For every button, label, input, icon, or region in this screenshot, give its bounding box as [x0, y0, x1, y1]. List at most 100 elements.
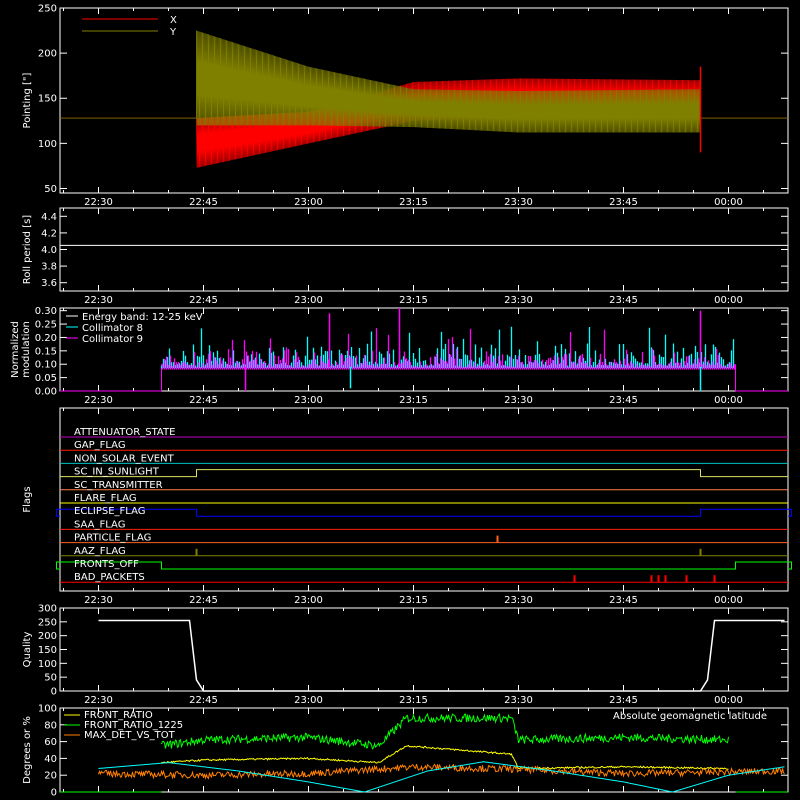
quality-ytick-label-1: 50: [44, 673, 57, 684]
modulation-ytick-label-6: 0.30: [35, 306, 57, 317]
flags-xtick-label-5: 23:45: [609, 595, 638, 606]
pointing-xtick-label-5: 23:45: [609, 197, 638, 208]
roll-ytick-label-0: 3.6: [41, 278, 57, 289]
modulation-xtick-label-2: 23:00: [294, 395, 323, 406]
modulation-ytick-label-4: 0.20: [35, 333, 57, 344]
quality-xtick-label-1: 22:45: [189, 695, 218, 706]
flag-label-sc_transmitter: SC_TRANSMITTER: [74, 480, 163, 491]
flag-label-eclipse_flag: ECLIPSE_FLAG: [74, 506, 145, 517]
panel-pointing: 22:30 22:45 23:00 23:15 23:30 23:45 00:00 Point…: [22, 4, 789, 208]
pointing-ytick-label-2: 150: [38, 94, 57, 105]
quality-ytick-label-2: 100: [38, 659, 57, 670]
flag-line-fronts_off: [56, 561, 792, 570]
quality-ytick-label-6: 300: [38, 604, 57, 615]
flag-line-sc_in_sunlight: [60, 469, 788, 478]
roll-xtick-label-1: 22:45: [189, 295, 218, 306]
quality-xtick-label-0: 22:30: [84, 695, 113, 706]
flags-xtick-label-1: 22:45: [189, 595, 218, 606]
roll-xtick-label-3: 23:15: [399, 295, 428, 306]
panel-quality: 22:30 22:45 23:00 23:15 23:30 23:45 00:00 Quali…: [22, 604, 789, 706]
pointing-ylabel: Pointing ["]: [22, 72, 33, 128]
quality-ytick-label-0: 0: [51, 687, 57, 698]
ratios-series-front-ratio: [161, 744, 729, 770]
quality-xtick-label-5: 23:45: [609, 695, 638, 706]
quality-ylabel: Quality: [22, 632, 33, 668]
pointing-ytick-label-1: 100: [38, 139, 57, 150]
roll-frame: [59, 207, 789, 292]
flag-label-bad_packets: BAD_PACKETS: [74, 572, 145, 583]
flag-label-non_solar_event: NON_SOLAR_EVENT: [74, 453, 175, 464]
modulation-ytick-label-5: 0.25: [35, 320, 57, 331]
flag-label-gap_flag: GAP_FLAG: [74, 440, 126, 451]
flag-label-aaz_flag: AAZ_FLAG: [74, 546, 126, 557]
flag-label-fronts_off: FRONTS_OFF: [74, 559, 139, 570]
roll-xtick-label-6: 00:00: [714, 295, 743, 306]
flags-xtick-label-3: 23:15: [399, 595, 428, 606]
pointing-xtick-label-2: 23:00: [294, 197, 323, 208]
roll-ytick-label-4: 4.4: [41, 212, 57, 223]
modulation-xtick-label-4: 23:30: [504, 395, 533, 406]
roll-ytick-label-3: 4.2: [41, 228, 57, 239]
flag-label-saa_flag: SAA_FLAG: [74, 519, 125, 530]
panel-flags: 22:30 22:45 23:00 23:15 23:30 23:45 00:00 Flags…: [22, 407, 792, 606]
quality-ytick-label-3: 150: [38, 645, 57, 656]
quality-xtick-label-3: 23:15: [399, 695, 428, 706]
quality-ytick-label-4: 200: [38, 631, 57, 642]
pointing-ytick-label-0: 50: [44, 184, 57, 195]
flag-label-flare_flag: FLARE_FLAG: [74, 493, 137, 504]
roll-xtick-label-4: 23:30: [504, 295, 533, 306]
modulation-xtick-label-3: 23:15: [399, 395, 428, 406]
flag-label-particle_flag: PARTICLE_FLAG: [74, 533, 151, 544]
roll-ytick-label-2: 4.0: [41, 245, 57, 256]
flags-xtick-label-0: 22:30: [84, 595, 113, 606]
modulation-ylabel: Normalizedmodulation: [10, 321, 32, 378]
roll-xtick-label-0: 22:30: [84, 295, 113, 306]
ratios-ytick-label-5: 100: [38, 704, 57, 715]
quality-ytick-label-5: 250: [38, 617, 57, 628]
modulation-legend-1: Collimator 8: [82, 323, 143, 334]
roll-ylabel: Roll period [s]: [22, 215, 33, 284]
flags-xtick-label-2: 23:00: [294, 595, 323, 606]
hessi-summary-figure: 22:30 22:45 23:00 23:15 23:30 23:45 00:00 Point…: [10, 4, 792, 799]
panel-roll: 22:30 22:45 23:00 23:15 23:30 23:45 00:00 Roll …: [22, 207, 789, 306]
ratios-ytick-label-2: 40: [44, 754, 57, 765]
ratios-ytick-label-0: 0: [51, 788, 57, 799]
modulation-ytick-label-0: 0.00: [35, 387, 57, 398]
flags-xtick-label-6: 00:00: [714, 595, 743, 606]
flags-ylabel: Flags: [22, 486, 33, 512]
ratios-series-absolute-geomagnetic-latitude: [98, 761, 785, 793]
modulation-xtick-label-6: 00:00: [714, 395, 743, 406]
modulation-series-collimator8: [160, 326, 735, 369]
ratios-ytick-label-3: 60: [44, 737, 57, 748]
modulation-ytick-label-1: 0.05: [35, 373, 57, 384]
ratios-ytick-label-1: 20: [44, 771, 57, 782]
modulation-xtick-label-5: 23:45: [609, 395, 638, 406]
pointing-xtick-label-3: 23:15: [399, 197, 428, 208]
ratios-ytick-label-4: 80: [44, 720, 57, 731]
pointing-xtick-label-0: 22:30: [84, 197, 113, 208]
pointing-ytick-label-3: 200: [38, 49, 57, 60]
flag-label-sc_in_sunlight: SC_IN_SUNLIGHT: [74, 467, 160, 478]
pointing-xtick-label-4: 23:30: [504, 197, 533, 208]
pointing-legend-Y: Y: [169, 27, 177, 38]
ratios-legend-2: MAX_DET_VS_TOT: [84, 730, 176, 741]
flag-label-attenuator_state: ATTENUATOR_STATE: [74, 427, 175, 438]
quality-xtick-label-4: 23:30: [504, 695, 533, 706]
roll-xtick-label-2: 23:00: [294, 295, 323, 306]
panel-ratios: Degrees or %020406080100FRONT_RATIOFRONT…: [22, 704, 789, 799]
panel-modulation: 22:30 22:45 23:00 23:15 23:30 23:45 00:00 Norma…: [10, 306, 789, 406]
quality-xtick-label-2: 23:00: [294, 695, 323, 706]
pointing-xtick-label-6: 00:00: [714, 197, 743, 208]
pointing-legend-X: X: [170, 15, 177, 26]
modulation-series-collimator9: [161, 328, 736, 370]
modulation-xtick-label-0: 22:30: [84, 395, 113, 406]
pointing-ytick-label-4: 250: [38, 4, 57, 15]
roll-ytick-label-1: 3.8: [41, 262, 57, 273]
quality-series: [98, 619, 785, 692]
pointing-xtick-label-1: 22:45: [189, 197, 218, 208]
roll-xtick-label-5: 23:45: [609, 295, 638, 306]
quality-xtick-label-6: 00:00: [714, 695, 743, 706]
modulation-ytick-label-3: 0.15: [35, 346, 57, 357]
flags-xtick-label-4: 23:30: [504, 595, 533, 606]
modulation-legend-0: Energy band: 12-25 keV: [82, 312, 203, 323]
